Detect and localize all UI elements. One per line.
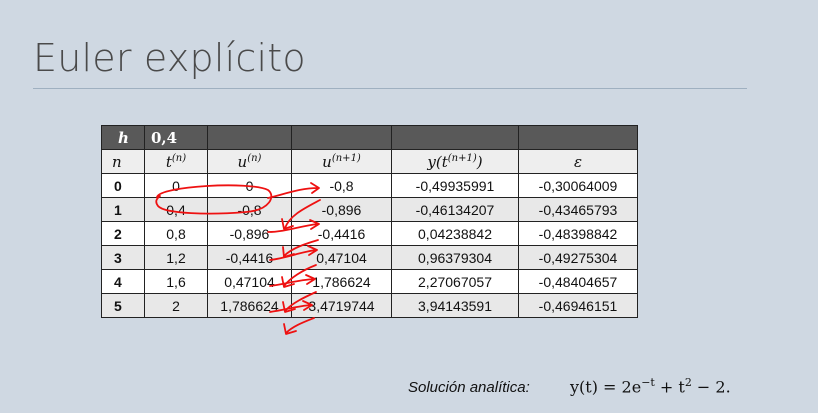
euler-table: h 0,4 n t(n) u(n) u(n+1) y(t(n+1)) ε 000… <box>101 125 638 318</box>
cell-u-next: 1,786624 <box>291 269 392 294</box>
cell-u: -0,896 <box>207 221 292 246</box>
slide-right-edge <box>818 0 822 413</box>
col-header-n: n <box>101 149 145 174</box>
table-row: 3 1,2 -0,4416 0,47104 0,96379304 -0,49275304 <box>101 245 638 270</box>
col-header-u: u(n) <box>207 149 292 174</box>
cell-u-next: -0,4416 <box>291 221 392 246</box>
column-header-row: n t(n) u(n) u(n+1) y(t(n+1)) ε <box>101 149 638 174</box>
header-blank-cell <box>291 125 392 150</box>
cell-y: 2,27067057 <box>391 269 519 294</box>
cell-u-next: 0,47104 <box>291 245 392 270</box>
cell-n: 4 <box>101 269 145 294</box>
cell-n: 1 <box>101 197 145 222</box>
cell-t: 1,2 <box>144 245 208 270</box>
cell-t: 1,6 <box>144 269 208 294</box>
header-blank-cell <box>391 125 519 150</box>
table-row: 5 2 1,786624 3,4719744 3,94143591 -0,46946151 <box>101 293 638 318</box>
h-label: h <box>101 125 145 150</box>
table-row: 4 1,6 0,47104 1,786624 2,27067057 -0,48404657 <box>101 269 638 294</box>
cell-u-next: -0,896 <box>291 197 392 222</box>
col-header-y: y(t(n+1)) <box>391 149 519 174</box>
cell-error: -0,30064009 <box>518 173 638 198</box>
cell-n: 2 <box>101 221 145 246</box>
col-header-t: t(n) <box>144 149 208 174</box>
cell-error: -0,43465793 <box>518 197 638 222</box>
cell-error: -0,49275304 <box>518 245 638 270</box>
step-size-row: h 0,4 <box>101 125 638 150</box>
cell-u: 1,786624 <box>207 293 292 318</box>
cell-y: 0,04238842 <box>391 221 519 246</box>
analytic-solution-label: Solución analítica: <box>408 379 530 396</box>
table-row: 2 0,8 -0,896 -0,4416 0,04238842 -0,48398842 <box>101 221 638 246</box>
cell-u-next: -0,8 <box>291 173 392 198</box>
cell-y: 0,96379304 <box>391 245 519 270</box>
cell-y: -0,49935991 <box>391 173 519 198</box>
cell-t: 2 <box>144 293 208 318</box>
cell-t: 0,4 <box>144 197 208 222</box>
analytic-solution-formula: y(t) = 2e−t + t2 − 2. <box>570 376 731 397</box>
title-underline <box>33 88 747 89</box>
header-blank-cell <box>518 125 638 150</box>
cell-error: -0,48404657 <box>518 269 638 294</box>
cell-u: 0,47104 <box>207 269 292 294</box>
cell-error: -0,46946151 <box>518 293 638 318</box>
h-value: 0,4 <box>144 125 208 150</box>
cell-u: -0,8 <box>207 197 292 222</box>
cell-u: -0,4416 <box>207 245 292 270</box>
cell-t: 0 <box>144 173 208 198</box>
header-blank-cell <box>207 125 292 150</box>
cell-u-next: 3,4719744 <box>291 293 392 318</box>
cell-n: 0 <box>101 173 145 198</box>
arrow-mark <box>283 317 315 335</box>
cell-y: 3,94143591 <box>391 293 519 318</box>
cell-y: -0,46134207 <box>391 197 519 222</box>
cell-error: -0,48398842 <box>518 221 638 246</box>
cell-n: 5 <box>101 293 145 318</box>
table-row: 1 0,4 -0,8 -0,896 -0,46134207 -0,43465793 <box>101 197 638 222</box>
col-header-error: ε <box>518 149 638 174</box>
cell-u: 0 <box>207 173 292 198</box>
cell-t: 0,8 <box>144 221 208 246</box>
col-header-u-next: u(n+1) <box>291 149 392 174</box>
table-row: 0 0 0 -0,8 -0,49935991 -0,30064009 <box>101 173 638 198</box>
cell-n: 3 <box>101 245 145 270</box>
slide-title: Euler explícito <box>33 36 306 80</box>
